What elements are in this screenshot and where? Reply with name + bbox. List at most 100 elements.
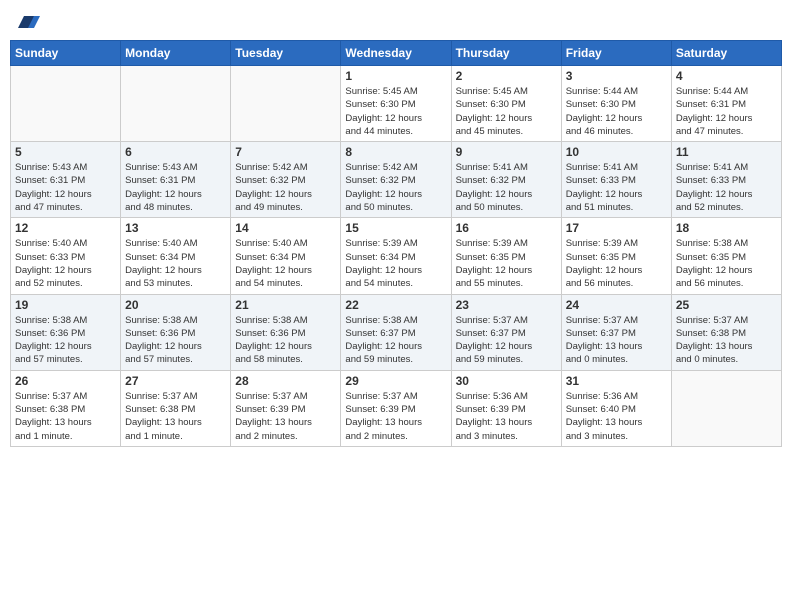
calendar-day-cell: 1 Sunrise: 5:45 AM Sunset: 6:30 PM Daylig… [341, 66, 451, 142]
calendar-day-cell: 3 Sunrise: 5:44 AM Sunset: 6:30 PM Daylig… [561, 66, 671, 142]
day-number: 7 [235, 145, 336, 159]
day-info: Sunrise: 5:44 AM Sunset: 6:31 PM Dayligh… [676, 85, 777, 138]
column-header-saturday: Saturday [671, 41, 781, 66]
calendar-day-cell: 27Sunrise: 5:37 AM Sunset: 6:38 PM Dayli… [121, 370, 231, 446]
day-info: Sunrise: 5:40 AM Sunset: 6:34 PM Dayligh… [235, 237, 336, 290]
day-number: 21 [235, 298, 336, 312]
calendar-day-cell: 31 Sunrise: 5:36 AM Sunset: 6:40 PM Dayli… [561, 370, 671, 446]
day-info: Sunrise: 5:38 AM Sunset: 6:36 PM Dayligh… [235, 314, 336, 367]
day-info: Sunrise: 5:36 AM Sunset: 6:39 PM Dayligh… [456, 390, 557, 443]
day-number: 9 [456, 145, 557, 159]
day-number: 26 [15, 374, 116, 388]
day-number: 6 [125, 145, 226, 159]
column-header-wednesday: Wednesday [341, 41, 451, 66]
day-number: 11 [676, 145, 777, 159]
calendar-day-cell: 21 Sunrise: 5:38 AM Sunset: 6:36 PM Dayli… [231, 294, 341, 370]
day-info: Sunrise: 5:40 AM Sunset: 6:33 PM Dayligh… [15, 237, 116, 290]
page-header [10, 10, 782, 32]
day-info: Sunrise: 5:39 AM Sunset: 6:35 PM Dayligh… [456, 237, 557, 290]
day-info: Sunrise: 5:42 AM Sunset: 6:32 PM Dayligh… [235, 161, 336, 214]
calendar-day-cell [121, 66, 231, 142]
calendar-day-cell: 20 Sunrise: 5:38 AM Sunset: 6:36 PM Dayli… [121, 294, 231, 370]
calendar-week-row: 1 Sunrise: 5:45 AM Sunset: 6:30 PM Daylig… [11, 66, 782, 142]
calendar-day-cell: 18 Sunrise: 5:38 AM Sunset: 6:35 PM Dayli… [671, 218, 781, 294]
day-info: Sunrise: 5:44 AM Sunset: 6:30 PM Dayligh… [566, 85, 667, 138]
day-number: 17 [566, 221, 667, 235]
day-number: 4 [676, 69, 777, 83]
column-header-sunday: Sunday [11, 41, 121, 66]
calendar-day-cell: 8 Sunrise: 5:42 AM Sunset: 6:32 PM Daylig… [341, 142, 451, 218]
day-info: Sunrise: 5:45 AM Sunset: 6:30 PM Dayligh… [345, 85, 446, 138]
day-info: Sunrise: 5:39 AM Sunset: 6:35 PM Dayligh… [566, 237, 667, 290]
calendar-day-cell: 16 Sunrise: 5:39 AM Sunset: 6:35 PM Dayli… [451, 218, 561, 294]
calendar-day-cell: 11 Sunrise: 5:41 AM Sunset: 6:33 PM Dayli… [671, 142, 781, 218]
calendar-day-cell: 28 Sunrise: 5:37 AM Sunset: 6:39 PM Dayli… [231, 370, 341, 446]
day-number: 27 [125, 374, 226, 388]
day-info: Sunrise: 5:45 AM Sunset: 6:30 PM Dayligh… [456, 85, 557, 138]
calendar-day-cell: 4 Sunrise: 5:44 AM Sunset: 6:31 PM Daylig… [671, 66, 781, 142]
day-number: 3 [566, 69, 667, 83]
day-number: 30 [456, 374, 557, 388]
calendar-day-cell [11, 66, 121, 142]
column-header-friday: Friday [561, 41, 671, 66]
logo [14, 10, 42, 32]
day-number: 22 [345, 298, 446, 312]
logo-icon [18, 10, 40, 32]
calendar-day-cell: 2 Sunrise: 5:45 AM Sunset: 6:30 PM Daylig… [451, 66, 561, 142]
day-number: 19 [15, 298, 116, 312]
calendar-day-cell: 26 Sunrise: 5:37 AM Sunset: 6:38 PM Dayli… [11, 370, 121, 446]
day-number: 12 [15, 221, 116, 235]
calendar-day-cell: 17 Sunrise: 5:39 AM Sunset: 6:35 PM Dayli… [561, 218, 671, 294]
calendar-day-cell: 15Sunrise: 5:39 AM Sunset: 6:34 PM Dayli… [341, 218, 451, 294]
calendar-week-row: 5 Sunrise: 5:43 AM Sunset: 6:31 PM Daylig… [11, 142, 782, 218]
day-info: Sunrise: 5:41 AM Sunset: 6:33 PM Dayligh… [676, 161, 777, 214]
day-info: Sunrise: 5:38 AM Sunset: 6:35 PM Dayligh… [676, 237, 777, 290]
calendar-day-cell: 30 Sunrise: 5:36 AM Sunset: 6:39 PM Dayli… [451, 370, 561, 446]
day-number: 28 [235, 374, 336, 388]
calendar-day-cell: 22Sunrise: 5:38 AM Sunset: 6:37 PM Dayli… [341, 294, 451, 370]
day-number: 20 [125, 298, 226, 312]
calendar-day-cell: 14Sunrise: 5:40 AM Sunset: 6:34 PM Dayli… [231, 218, 341, 294]
day-info: Sunrise: 5:43 AM Sunset: 6:31 PM Dayligh… [125, 161, 226, 214]
day-number: 10 [566, 145, 667, 159]
day-number: 2 [456, 69, 557, 83]
day-number: 5 [15, 145, 116, 159]
day-number: 18 [676, 221, 777, 235]
calendar-week-row: 12 Sunrise: 5:40 AM Sunset: 6:33 PM Dayli… [11, 218, 782, 294]
calendar-day-cell: 23Sunrise: 5:37 AM Sunset: 6:37 PM Dayli… [451, 294, 561, 370]
day-info: Sunrise: 5:36 AM Sunset: 6:40 PM Dayligh… [566, 390, 667, 443]
column-header-thursday: Thursday [451, 41, 561, 66]
calendar-day-cell: 6 Sunrise: 5:43 AM Sunset: 6:31 PM Daylig… [121, 142, 231, 218]
calendar-day-cell: 5 Sunrise: 5:43 AM Sunset: 6:31 PM Daylig… [11, 142, 121, 218]
day-number: 23 [456, 298, 557, 312]
day-info: Sunrise: 5:37 AM Sunset: 6:38 PM Dayligh… [15, 390, 116, 443]
day-number: 31 [566, 374, 667, 388]
day-info: Sunrise: 5:37 AM Sunset: 6:39 PM Dayligh… [235, 390, 336, 443]
day-number: 24 [566, 298, 667, 312]
day-info: Sunrise: 5:37 AM Sunset: 6:38 PM Dayligh… [676, 314, 777, 367]
calendar-day-cell [231, 66, 341, 142]
calendar-day-cell: 19 Sunrise: 5:38 AM Sunset: 6:36 PM Dayli… [11, 294, 121, 370]
calendar-day-cell: 12 Sunrise: 5:40 AM Sunset: 6:33 PM Dayli… [11, 218, 121, 294]
day-number: 29 [345, 374, 446, 388]
calendar-day-cell: 24Sunrise: 5:37 AM Sunset: 6:37 PM Dayli… [561, 294, 671, 370]
day-info: Sunrise: 5:40 AM Sunset: 6:34 PM Dayligh… [125, 237, 226, 290]
calendar-day-cell: 10 Sunrise: 5:41 AM Sunset: 6:33 PM Dayli… [561, 142, 671, 218]
calendar-header-row: SundayMondayTuesdayWednesdayThursdayFrid… [11, 41, 782, 66]
day-info: Sunrise: 5:38 AM Sunset: 6:36 PM Dayligh… [15, 314, 116, 367]
column-header-tuesday: Tuesday [231, 41, 341, 66]
day-number: 1 [345, 69, 446, 83]
day-number: 16 [456, 221, 557, 235]
day-info: Sunrise: 5:38 AM Sunset: 6:36 PM Dayligh… [125, 314, 226, 367]
day-number: 25 [676, 298, 777, 312]
calendar-day-cell: 13 Sunrise: 5:40 AM Sunset: 6:34 PM Dayli… [121, 218, 231, 294]
calendar-day-cell [671, 370, 781, 446]
day-info: Sunrise: 5:41 AM Sunset: 6:33 PM Dayligh… [566, 161, 667, 214]
day-number: 8 [345, 145, 446, 159]
day-info: Sunrise: 5:43 AM Sunset: 6:31 PM Dayligh… [15, 161, 116, 214]
calendar-day-cell: 25 Sunrise: 5:37 AM Sunset: 6:38 PM Dayli… [671, 294, 781, 370]
day-number: 13 [125, 221, 226, 235]
day-info: Sunrise: 5:37 AM Sunset: 6:39 PM Dayligh… [345, 390, 446, 443]
calendar-table: SundayMondayTuesdayWednesdayThursdayFrid… [10, 40, 782, 447]
day-info: Sunrise: 5:42 AM Sunset: 6:32 PM Dayligh… [345, 161, 446, 214]
